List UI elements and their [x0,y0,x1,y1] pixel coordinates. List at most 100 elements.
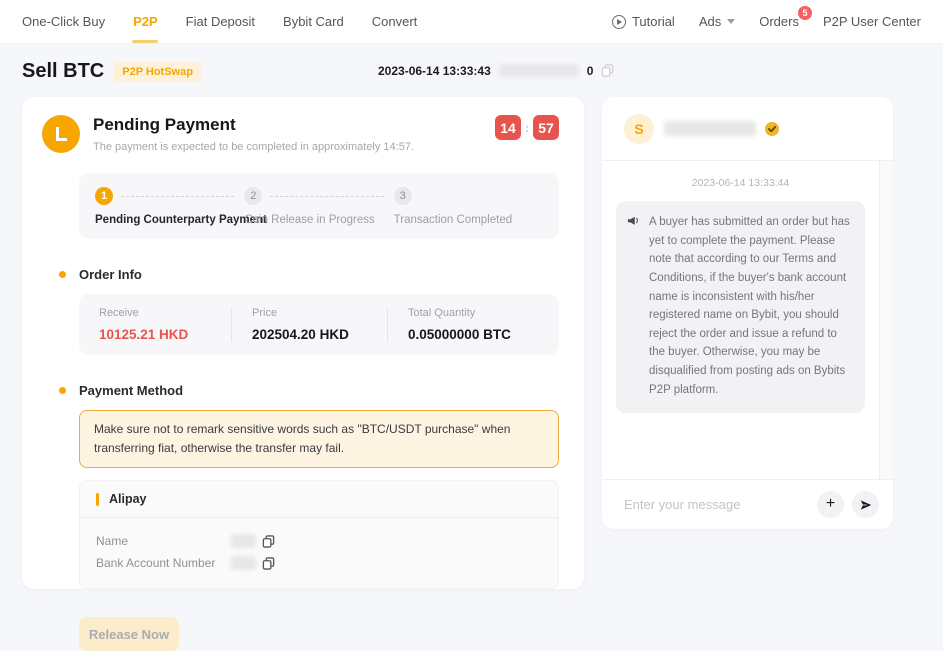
step-2-label: Coin Release in Progress [244,214,393,226]
price-label: Price [252,307,387,319]
nav-label: Bybit Card [283,14,344,29]
bullet-icon [59,387,66,394]
bank-account-label: Bank Account Number [96,556,231,570]
payment-method-heading-row: Payment Method [42,383,584,398]
status-subtitle: The payment is expected to be completed … [93,141,414,153]
counterparty-name-redacted [664,121,756,136]
payment-name-row: Name [96,530,542,552]
nav-item-fiat-deposit[interactable]: Fiat Deposit [186,0,255,43]
order-meta: 2023-06-14 13:33:43 0 [378,64,614,78]
accent-bar [96,493,99,506]
orders-count-badge: 5 [798,6,812,20]
price-value: 202504.20 HKD [252,327,387,342]
p2p-hotswap-badge: P2P HotSwap [114,62,201,82]
top-navigation: One-Click Buy P2P Fiat Deposit Bybit Car… [0,0,943,44]
step-3-label: Transaction Completed [394,214,543,226]
step-1-circle: 1 [95,187,113,205]
pending-clock-icon [42,115,80,153]
nav-right-group: Tutorial Ads Orders 5 P2P User Center [612,14,921,29]
copy-icon[interactable] [601,64,614,77]
order-info-price: Price 202504.20 HKD [231,307,387,342]
nav-label: Convert [372,14,418,29]
tutorial-link[interactable]: Tutorial [612,14,675,29]
release-now-button[interactable]: Release Now [79,617,179,651]
play-circle-icon [612,15,626,29]
order-info-panel: Receive 10125.21 HKD Price 202504.20 HKD… [79,294,559,355]
name-label: Name [96,534,231,548]
receive-label: Receive [99,307,231,319]
chevron-down-icon [727,19,735,24]
step-3-circle: 3 [394,187,412,205]
nav-item-one-click-buy[interactable]: One-Click Buy [22,0,105,43]
alipay-panel-body: Name Bank Account Number [80,518,558,588]
payment-method-heading: Payment Method [79,383,183,398]
order-info-heading-row: Order Info [42,267,584,282]
step-connector [270,196,383,197]
order-info-receive: Receive 10125.21 HKD [79,307,231,342]
order-number-suffix: 0 [587,64,594,78]
status-text: Pending Payment The payment is expected … [93,115,414,153]
chat-header: S [602,97,893,161]
megaphone-icon [626,213,641,233]
bank-account-row: Bank Account Number [96,552,542,574]
p2p-user-center-link[interactable]: P2P User Center [823,14,921,29]
content-area: Pending Payment The payment is expected … [0,97,943,589]
nav-label: Fiat Deposit [186,14,255,29]
copy-icon[interactable] [262,535,275,548]
alipay-panel: Alipay Name Bank Account Number [79,480,559,589]
send-button[interactable] [852,491,879,518]
system-message-bubble: A buyer has submitted an order but has y… [616,201,865,413]
receive-value: 10125.21 HKD [99,327,231,342]
name-value-redacted [231,534,256,548]
chat-message-input[interactable] [624,497,809,512]
order-timestamp: 2023-06-14 13:33:43 [378,64,491,78]
chat-messages-area[interactable]: 2023-06-14 13:33:44 A buyer has submitte… [602,161,893,479]
chat-input-row: + [602,479,893,529]
system-message-text: A buyer has submitted an order but has y… [649,213,853,399]
step-transaction-completed: 3 Transaction Completed [394,187,543,226]
step-2-circle: 2 [244,187,262,205]
copy-icon[interactable] [262,557,275,570]
timer-colon: : [525,121,529,135]
orders-label: Orders [759,14,799,29]
orders-link[interactable]: Orders 5 [759,14,799,29]
avatar: S [624,114,654,144]
send-icon [859,498,873,512]
order-card: Pending Payment The payment is expected … [22,97,584,589]
tutorial-label: Tutorial [632,14,675,29]
nav-item-convert[interactable]: Convert [372,0,418,43]
order-info-heading: Order Info [79,267,142,282]
step-1-label: Pending Counterparty Payment [95,214,244,226]
chat-messages: 2023-06-14 13:33:44 A buyer has submitte… [602,161,880,479]
nav-label: P2P [133,14,158,29]
quantity-label: Total Quantity [408,307,559,319]
attach-button[interactable]: + [817,491,844,518]
order-number-redacted [499,64,579,77]
nav-item-p2p[interactable]: P2P [133,0,158,43]
nav-left-group: One-Click Buy P2P Fiat Deposit Bybit Car… [22,0,417,43]
order-info-quantity: Total Quantity 0.05000000 BTC [387,307,559,342]
verified-badge-icon [764,121,780,137]
ads-dropdown[interactable]: Ads [699,14,735,29]
chat-card: S 2023-06-14 13:33:44 A buyer has submit… [602,97,893,529]
ads-label: Ads [699,14,721,29]
chat-scrollbar-track[interactable] [880,161,893,479]
nav-label: One-Click Buy [22,14,105,29]
step-coin-release: 2 Coin Release in Progress [244,187,393,226]
step-connector [121,196,234,197]
status-title: Pending Payment [93,115,414,135]
page-header: Sell BTC P2P HotSwap 2023-06-14 13:33:43… [0,44,943,97]
bullet-icon [59,271,66,278]
user-center-label: P2P User Center [823,14,921,29]
quantity-value: 0.05000000 BTC [408,327,559,342]
timer-minutes: 14 [495,115,521,140]
plus-icon: + [826,496,835,512]
payment-method-name: Alipay [109,492,147,506]
alipay-panel-header: Alipay [80,481,558,518]
timer-seconds: 57 [533,115,559,140]
order-status-row: Pending Payment The payment is expected … [42,115,584,153]
progress-steps: 1 Pending Counterparty Payment 2 Coin Re… [79,173,559,239]
nav-item-bybit-card[interactable]: Bybit Card [283,0,344,43]
transfer-warning: Make sure not to remark sensitive words … [79,410,559,468]
countdown-timer: 14 : 57 [495,115,559,140]
